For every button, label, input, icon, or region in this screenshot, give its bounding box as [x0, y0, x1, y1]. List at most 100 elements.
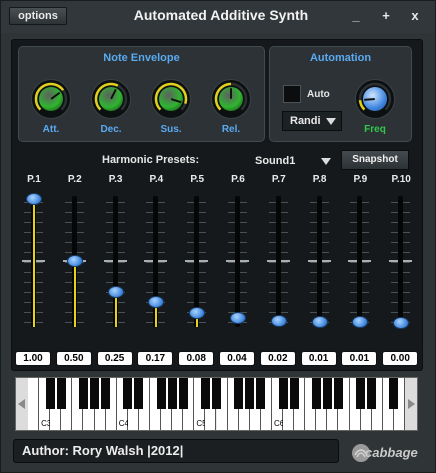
partial-value-2[interactable]: 0.50 — [55, 351, 92, 366]
black-key[interactable] — [156, 378, 166, 409]
options-button[interactable]: options — [9, 7, 67, 25]
partial-slider-3[interactable]: P.3 — [98, 172, 134, 360]
partial-label: P.7 — [271, 174, 286, 185]
black-key[interactable] — [200, 378, 210, 409]
envelope-att-knob-pointer — [50, 91, 61, 100]
close-button[interactable]: x — [406, 7, 424, 25]
partial-slider-6[interactable]: P.6 — [220, 172, 256, 360]
envelope-rel-knob[interactable] — [211, 79, 251, 119]
black-key[interactable] — [333, 378, 343, 409]
black-key[interactable] — [45, 378, 55, 409]
window-title: Automated Additive Synth — [133, 7, 309, 23]
envelope-sus-knob[interactable] — [151, 79, 191, 119]
partial-slider-1[interactable]: P.1 — [16, 172, 52, 360]
automation-freq-label: Freq — [364, 124, 386, 135]
note-envelope-group: Note Envelope Att. Dec. Sus. Rel. — [18, 46, 265, 142]
automation-freq-knob[interactable] — [355, 79, 395, 119]
black-key[interactable] — [367, 378, 377, 409]
black-key[interactable] — [278, 378, 288, 409]
black-key[interactable] — [90, 378, 100, 409]
black-key[interactable] — [167, 378, 177, 409]
slider-thumb[interactable] — [393, 317, 410, 329]
envelope-dec-knob-face — [99, 87, 123, 111]
partial-label: P.2 — [67, 174, 82, 185]
partial-label: P.6 — [231, 174, 245, 185]
partial-slider-7[interactable]: P.7 — [261, 172, 297, 360]
slider-thumb[interactable] — [26, 193, 42, 205]
black-key[interactable] — [56, 378, 66, 409]
slider-thumb[interactable] — [352, 315, 369, 328]
partial-slider-5[interactable]: P.5 — [179, 172, 215, 360]
partial-value-6[interactable]: 0.04 — [219, 351, 255, 366]
automation-group: Automation Auto Randi Freq — [269, 46, 412, 142]
black-key[interactable] — [311, 378, 321, 409]
minimize-button[interactable]: _ — [347, 7, 365, 25]
slider-fill — [33, 199, 35, 327]
black-key[interactable] — [178, 378, 188, 409]
partial-value-9[interactable]: 0.01 — [341, 351, 378, 366]
black-key[interactable] — [212, 378, 221, 409]
partial-value-7[interactable]: 0.02 — [259, 351, 296, 366]
slider-thumb[interactable] — [230, 312, 246, 325]
chevron-down-icon — [326, 118, 336, 125]
slider-thumb[interactable] — [107, 286, 124, 298]
maximize-button[interactable]: + — [377, 7, 395, 25]
black-key[interactable] — [123, 378, 133, 409]
slider-track — [398, 196, 404, 327]
slider-thumb[interactable] — [311, 315, 328, 328]
partial-value-5[interactable]: 0.08 — [178, 351, 215, 366]
partial-slider-4[interactable]: P.4 — [138, 172, 174, 360]
partial-value-4[interactable]: 0.17 — [137, 351, 174, 366]
envelope-dec-knob[interactable] — [91, 79, 131, 119]
slider-thumb[interactable] — [66, 255, 83, 267]
partial-value-1[interactable]: 1.00 — [15, 351, 51, 366]
slider-track — [357, 196, 363, 327]
black-key[interactable] — [322, 378, 332, 409]
slider-thumb[interactable] — [189, 307, 206, 320]
slider-track — [235, 196, 240, 327]
slider-thumb[interactable] — [148, 295, 165, 308]
black-key[interactable] — [289, 378, 299, 409]
envelope-sus-knob-face — [159, 87, 183, 111]
partial-slider-8[interactable]: P.8 — [302, 172, 338, 360]
harmonic-presets-select[interactable]: Sound1 — [219, 151, 337, 171]
partial-label: P.8 — [312, 174, 327, 185]
harmonic-presets-label: Harmonic Presets: — [102, 154, 200, 166]
automation-title: Automation — [309, 52, 372, 64]
arrow-left-icon — [18, 399, 25, 409]
black-key[interactable] — [256, 378, 266, 409]
main-panel: Note Envelope Att. Dec. Sus. Rel. Automatio… — [11, 39, 423, 371]
automation-mode-select[interactable]: Randi — [282, 111, 342, 131]
chevron-down-icon — [321, 158, 331, 165]
snapshot-button[interactable]: Snapshot — [341, 150, 409, 170]
envelope-att-knob[interactable] — [31, 79, 71, 119]
black-key[interactable] — [101, 378, 111, 409]
partial-value-8[interactable]: 0.01 — [300, 351, 337, 366]
envelope-sus-label: Sus. — [160, 124, 182, 135]
black-key[interactable] — [134, 378, 144, 409]
slider-thumb[interactable] — [270, 314, 287, 327]
envelope-dec-label: Dec. — [100, 124, 122, 135]
auto-checkbox[interactable] — [283, 85, 301, 103]
partial-label: P.9 — [353, 174, 368, 185]
cabbage-logo-text: cabbage — [365, 445, 418, 460]
slider-track — [316, 196, 322, 327]
black-key[interactable] — [245, 378, 255, 409]
midi-keyboard[interactable]: C3 C4 C5 C6 — [15, 377, 418, 431]
black-key[interactable] — [234, 378, 244, 409]
keyboard-scroll-left[interactable] — [16, 378, 28, 430]
partial-value-3[interactable]: 0.25 — [96, 351, 133, 366]
black-key[interactable] — [356, 378, 366, 409]
partial-slider-10[interactable]: P.10 — [383, 172, 419, 360]
black-key[interactable] — [389, 378, 399, 409]
envelope-rel-label: Rel. — [221, 124, 241, 135]
envelope-dec-knob-pointer — [110, 88, 117, 100]
envelope-rel-knob-face — [219, 87, 243, 111]
partial-slider-2[interactable]: P.2 — [57, 172, 93, 360]
black-key[interactable] — [78, 378, 88, 409]
harmonic-presets-value: Sound1 — [255, 155, 296, 167]
partial-value-10[interactable]: 0.00 — [382, 351, 419, 366]
white-key[interactable] — [28, 378, 40, 430]
partial-slider-9[interactable]: P.9 — [342, 172, 378, 360]
keyboard-scroll-right[interactable] — [405, 378, 417, 430]
